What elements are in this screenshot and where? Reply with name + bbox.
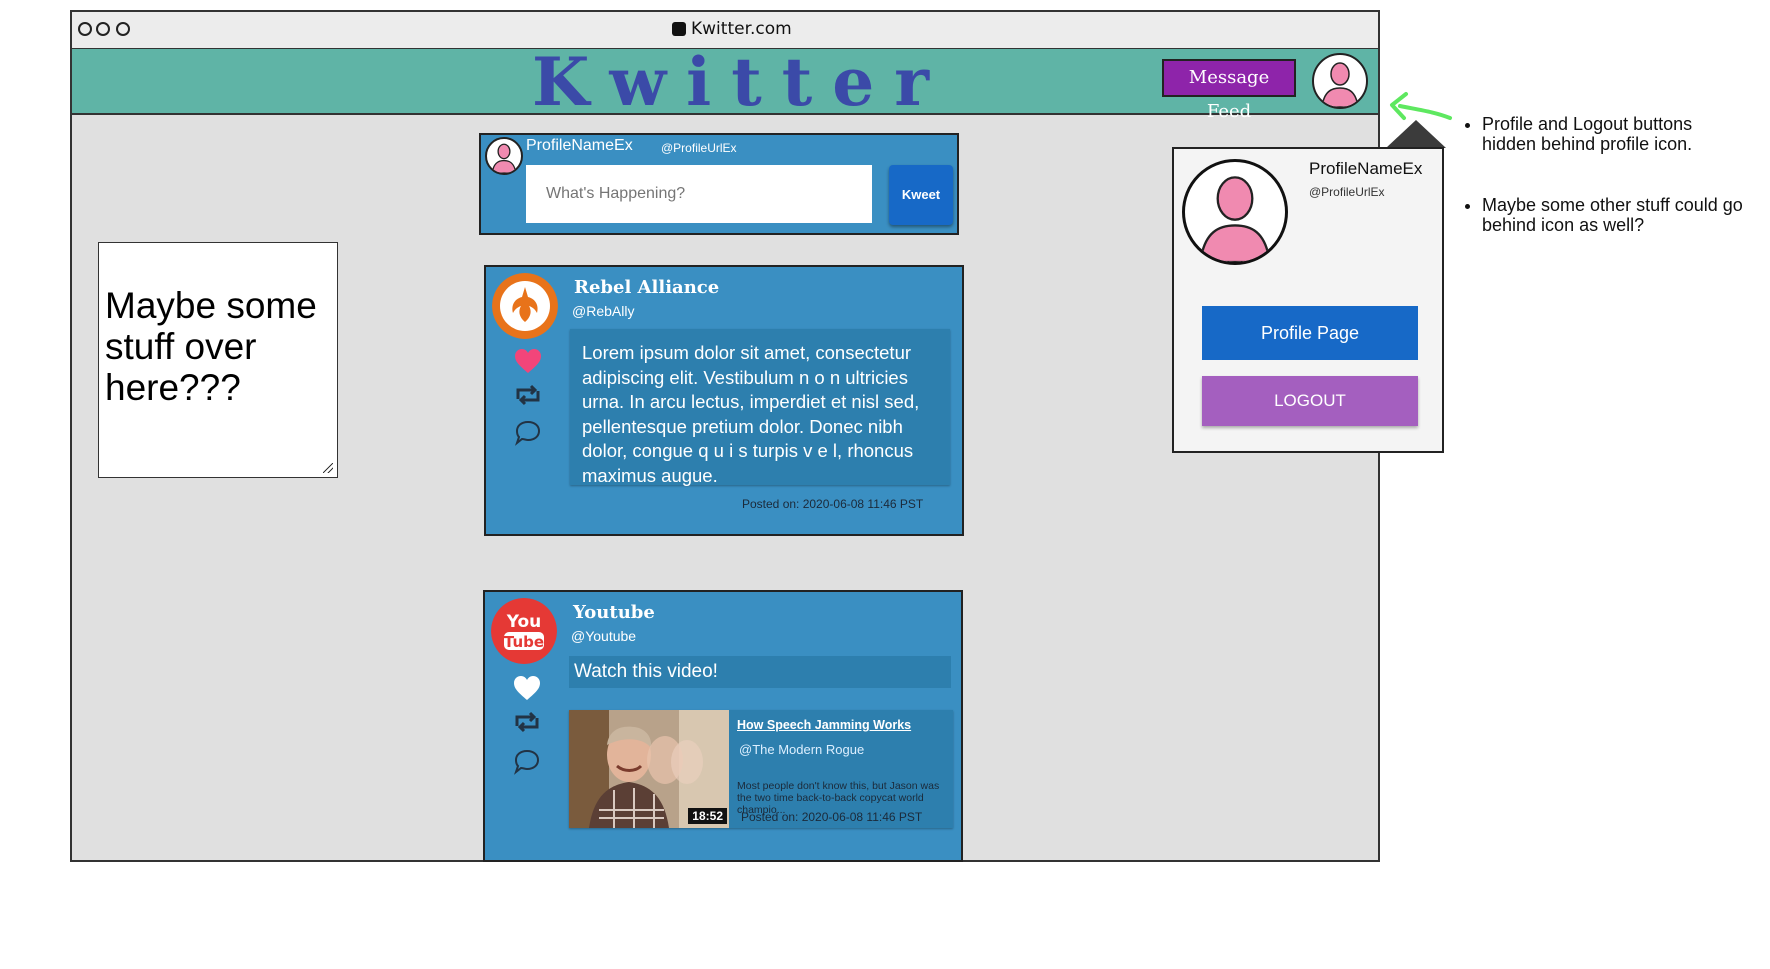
post-timestamp: Posted on: 2020-06-08 11:46 PST <box>742 497 924 511</box>
window-control-dot[interactable] <box>78 22 92 36</box>
app-header: Kwitter Message Feed <box>72 43 1378 122</box>
youtube-icon: You Tube <box>491 598 557 664</box>
twitter-bird-icon <box>672 22 686 36</box>
window-control-dot[interactable] <box>96 22 110 36</box>
post-author[interactable]: Rebel Alliance <box>574 277 719 298</box>
video-thumbnail[interactable]: 18:52 <box>569 710 729 828</box>
avatar <box>485 137 523 175</box>
heart-icon[interactable] <box>511 672 543 704</box>
youtube-logo-bottom: Tube <box>504 633 544 651</box>
video-duration: 18:52 <box>688 808 727 824</box>
dropdown-profile-url: @ProfileUrlEx <box>1309 185 1385 199</box>
user-avatar-icon <box>491 143 517 173</box>
address-bar[interactable]: Kwitter.com <box>672 19 792 39</box>
kweet-button[interactable]: Kweet <box>889 165 953 225</box>
user-avatar-icon <box>1321 62 1359 107</box>
app-logo[interactable]: Kwitter <box>532 43 949 121</box>
compose-profile-url: @ProfileUrlEx <box>661 141 737 155</box>
green-arrow-icon <box>1390 92 1452 120</box>
comment-icon[interactable] <box>512 417 544 449</box>
comment-icon[interactable] <box>511 746 543 778</box>
resize-grip-icon[interactable] <box>323 463 333 473</box>
post-handle[interactable]: @Youtube <box>571 628 636 644</box>
video-channel[interactable]: @The Modern Rogue <box>739 742 864 757</box>
compose-input[interactable] <box>526 165 872 223</box>
post-body: Lorem ipsum dolor sit amet, consectetur … <box>570 329 950 486</box>
address-text: Kwitter.com <box>691 19 792 39</box>
profile-page-button[interactable]: Profile Page <box>1202 306 1418 360</box>
compose-profile-name: ProfileNameEx <box>526 137 633 154</box>
side-note-textarea-box[interactable]: Maybe some stuff over here??? <box>98 242 338 478</box>
post-card: Rebel Alliance @RebAlly Lorem ipsum dolo… <box>484 265 964 536</box>
post-handle[interactable]: @RebAlly <box>572 303 634 319</box>
window-control-dot[interactable] <box>116 22 130 36</box>
video-title[interactable]: How Speech Jamming Works <box>737 718 911 732</box>
retweet-icon[interactable] <box>512 379 544 411</box>
annotation-note: Maybe some other stuff could go behind i… <box>1460 195 1750 235</box>
side-note-textarea[interactable]: Maybe some stuff over here??? <box>103 283 335 467</box>
user-avatar-icon <box>1199 176 1271 262</box>
avatar <box>1182 159 1288 265</box>
dropdown-profile-name: ProfileNameEx <box>1309 159 1423 178</box>
browser-window: Kwitter.com Kwitter Message Feed Maybe s… <box>70 10 1446 862</box>
annotation-text: Maybe some other stuff could go behind i… <box>1482 195 1750 235</box>
post-body: Watch this video! <box>569 656 951 688</box>
profile-dropdown: ProfileNameEx @ProfileUrlEx Profile Page… <box>1172 147 1444 453</box>
youtube-logo-top: You <box>506 612 542 632</box>
post-timestamp: Posted on: 2020-06-08 11:46 PST <box>741 810 923 824</box>
message-feed-button[interactable]: Message Feed <box>1162 59 1296 122</box>
post-card: You Tube Youtube @Youtube Watch this vid… <box>483 590 963 862</box>
compose-box: ProfileNameEx @ProfileUrlEx Kweet <box>479 133 959 235</box>
annotation-note: Profile and Logout buttons hidden behind… <box>1460 114 1750 154</box>
rebel-alliance-icon <box>492 273 558 339</box>
retweet-icon[interactable] <box>511 706 543 738</box>
post-author[interactable]: Youtube <box>573 602 655 623</box>
profile-avatar-button[interactable] <box>1312 53 1368 109</box>
logout-button[interactable]: LOGOUT <box>1202 376 1418 426</box>
heart-icon[interactable] <box>512 345 544 377</box>
annotation-text: Profile and Logout buttons hidden behind… <box>1482 114 1750 154</box>
